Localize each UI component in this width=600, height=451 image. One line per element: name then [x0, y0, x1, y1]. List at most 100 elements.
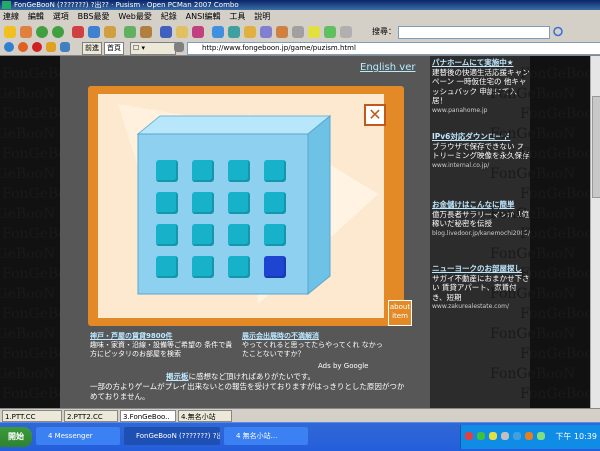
puzzle-button[interactable]	[264, 160, 286, 182]
address-input[interactable]: http://www.fongeboon.jp/game/puzism.html	[187, 42, 600, 55]
back-icon[interactable]	[36, 26, 48, 38]
ie-icon[interactable]	[4, 42, 14, 52]
puzzle-button[interactable]	[192, 256, 214, 278]
menu-item[interactable]: BBS最愛	[75, 10, 113, 24]
home2-icon[interactable]	[60, 42, 70, 52]
ad-body: やってくれると思ってたらやってくれ なかったことないですか？	[242, 341, 383, 358]
menu-item[interactable]: 工具	[226, 10, 248, 24]
stop2-icon[interactable]	[32, 42, 42, 52]
puzzle-button[interactable]	[156, 256, 178, 278]
puzzle-button[interactable]	[156, 224, 178, 246]
tab-ptt[interactable]: 1.PTT.CC	[2, 410, 62, 422]
taskbar-item-wretch[interactable]: 4 無名小站...	[224, 427, 308, 445]
view-icon[interactable]	[174, 42, 184, 52]
game-frame: ✕ about item	[88, 86, 412, 326]
chat-icon[interactable]	[324, 26, 336, 38]
menu-item[interactable]: 選項	[50, 10, 72, 24]
refresh-icon[interactable]	[20, 26, 32, 38]
taskbar-item-browser[interactable]: FonGeBooN (???????) ?出...	[124, 427, 220, 445]
globe-icon[interactable]	[212, 26, 224, 38]
tray-icon[interactable]	[477, 432, 485, 440]
puzzle-button[interactable]	[264, 192, 286, 214]
paste-icon[interactable]	[140, 26, 152, 38]
volume-icon[interactable]	[525, 432, 533, 440]
network-icon[interactable]	[501, 432, 509, 440]
search-label: 搜尋：	[372, 27, 396, 36]
vertical-scrollbar[interactable]	[590, 56, 600, 408]
home-icon[interactable]	[88, 26, 100, 38]
scrollbar-thumb[interactable]	[592, 96, 600, 198]
board-link[interactable]: 掲示板	[166, 372, 189, 381]
left-watermark-column: FonGeBooN FonGeBooN FonGeBooN FonGeBooN …	[0, 56, 87, 408]
puzzle-button[interactable]	[192, 160, 214, 182]
puzzle-button[interactable]	[156, 192, 178, 214]
cube-top	[136, 115, 332, 135]
search-input[interactable]	[398, 26, 550, 39]
lock-icon[interactable]	[276, 26, 288, 38]
menu-item[interactable]: 連線	[0, 10, 22, 24]
messenger-icon[interactable]	[537, 432, 545, 440]
printer-icon[interactable]	[340, 26, 352, 38]
right-ad-body: ブラウザで保存できない ストリーミング映像を永久保存	[432, 141, 530, 161]
taskbar-item-messenger[interactable]: 4 Messenger	[36, 427, 120, 445]
tab-ptt2[interactable]: 2.PTT2.CC	[64, 410, 118, 422]
refresh2-icon[interactable]	[46, 42, 56, 52]
homepage-button[interactable]: 首頁	[104, 42, 124, 55]
watermark: FonGeBooN	[0, 166, 56, 182]
ad-title-link[interactable]: 神戸・芦屋の賃貸9800件	[90, 332, 172, 340]
puzzle-button[interactable]	[228, 160, 250, 182]
watermark: FonGeBooN	[520, 66, 600, 82]
stop-icon[interactable]	[72, 26, 84, 38]
right-ad-url[interactable]: blog.livedoor.jp/kanemochi2005/	[432, 229, 530, 239]
puzzle-button[interactable]	[156, 160, 178, 182]
right-ad-title[interactable]: ニューヨークのお部屋探し	[432, 264, 530, 274]
puzzle-button-active[interactable]	[264, 256, 286, 278]
firefox-icon[interactable]	[18, 42, 28, 52]
right-ad-title[interactable]: パナホームにて実施中★	[432, 58, 530, 68]
folder2-icon[interactable]	[244, 26, 256, 38]
copy-icon[interactable]	[124, 26, 136, 38]
tray-icon[interactable]	[489, 432, 497, 440]
lightning-icon[interactable]	[308, 26, 320, 38]
menu-item[interactable]: ANSI編輯	[183, 10, 224, 24]
watermark: FonGeBooN	[490, 286, 576, 302]
puzzle-button[interactable]	[228, 256, 250, 278]
puzzle-button[interactable]	[228, 192, 250, 214]
font-icon[interactable]	[160, 26, 172, 38]
app-icon	[2, 1, 11, 9]
color-icon[interactable]	[192, 26, 204, 38]
menu-item[interactable]: 說明	[251, 10, 273, 24]
right-ad-column: パナホームにて実施中★ 建替後の快適生活応援キャンペーン 一時仮住宅の 他キャッ…	[430, 56, 530, 408]
forward-icon[interactable]	[52, 26, 64, 38]
ads-by-google[interactable]: Ads by Google	[318, 362, 368, 371]
folder-icon[interactable]	[4, 26, 16, 38]
checkbox-button[interactable]: ☐ ▾	[130, 42, 176, 55]
ad-title-link[interactable]: 展示会出展時の不満解消	[242, 332, 319, 340]
start-button[interactable]: 開始	[0, 427, 32, 447]
puzzle-button[interactable]	[192, 224, 214, 246]
star-icon[interactable]	[104, 26, 116, 38]
tab-fongeboon[interactable]: 3.FonGeBoo..	[120, 410, 176, 422]
window-icon[interactable]	[260, 26, 272, 38]
address-url: http://www.fongeboon.jp/game/puzism.html	[202, 44, 356, 52]
settings-icon[interactable]	[176, 26, 188, 38]
tray-icon[interactable]	[465, 432, 473, 440]
right-ad-url[interactable]: www.panahome.jp	[432, 106, 530, 116]
close-button[interactable]: ✕	[364, 104, 386, 126]
reload-icon[interactable]	[292, 26, 304, 38]
puzzle-button[interactable]	[228, 224, 250, 246]
tree-icon[interactable]	[228, 26, 240, 38]
about-item-button[interactable]: about item	[388, 300, 412, 326]
menu-item[interactable]: Web最愛	[115, 10, 154, 24]
tray-icon[interactable]	[513, 432, 521, 440]
google-search-icon[interactable]	[552, 26, 564, 37]
right-ad-url[interactable]: www.zakurealestate.com/	[432, 302, 530, 312]
tab-wretch[interactable]: 4.無名小站	[178, 410, 232, 422]
watermark: FonGeBooN	[0, 86, 56, 102]
puzzle-button[interactable]	[264, 224, 286, 246]
forward-button[interactable]: 前進	[82, 42, 102, 55]
puzzle-button[interactable]	[192, 192, 214, 214]
menu-item[interactable]: 編輯	[25, 10, 47, 24]
menu-item[interactable]: 紀錄	[158, 10, 180, 24]
english-version-link[interactable]: English ver	[360, 62, 415, 73]
